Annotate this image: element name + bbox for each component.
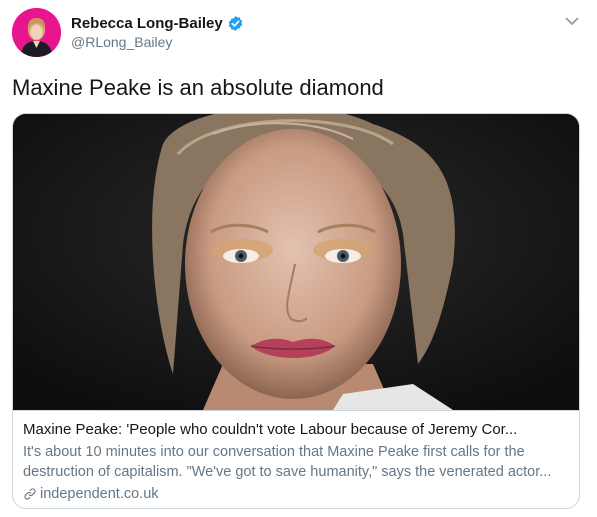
verified-badge-icon [228, 15, 242, 31]
author-display-name[interactable]: Rebecca Long-Bailey [71, 15, 223, 32]
card-description: It's about 10 minutes into our conversat… [23, 444, 552, 480]
author-name-row[interactable]: Rebecca Long-Bailey [71, 12, 244, 34]
author-handle[interactable]: @RLong_Bailey [71, 34, 172, 50]
tweet[interactable]: Rebecca Long-Bailey @RLong_Bailey Maxine… [0, 0, 597, 517]
avatar[interactable] [12, 8, 61, 57]
chevron-down-icon[interactable] [563, 12, 581, 30]
link-card[interactable]: Maxine Peake: 'People who couldn't vote … [12, 113, 580, 509]
link-icon [24, 488, 36, 500]
card-image [13, 114, 579, 410]
tweet-text: Maxine Peake is an absolute diamond [12, 75, 384, 100]
avatar-image [12, 8, 61, 57]
card-domain-text[interactable]: independent.co.uk [40, 484, 159, 504]
card-domain[interactable]: independent.co.uk [23, 484, 569, 504]
card-body[interactable]: Maxine Peake: 'People who couldn't vote … [13, 410, 579, 508]
card-title[interactable]: Maxine Peake: 'People who couldn't vote … [23, 420, 569, 440]
